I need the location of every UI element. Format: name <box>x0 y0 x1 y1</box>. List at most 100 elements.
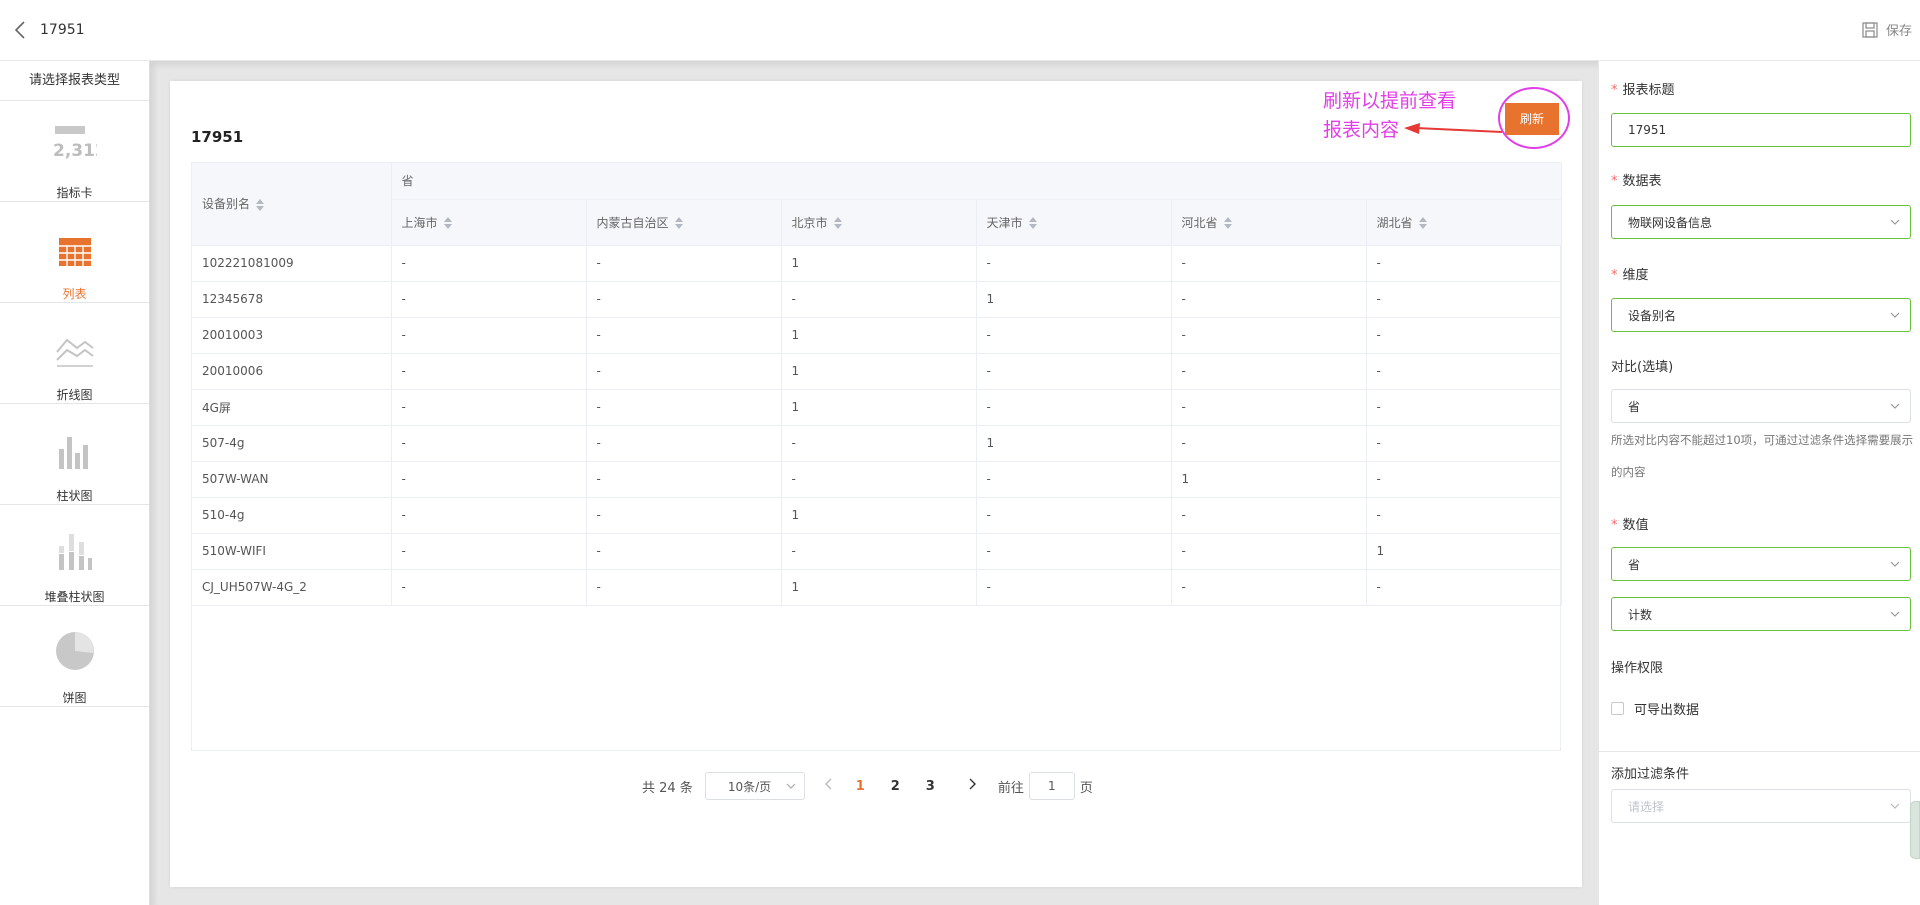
device-alias-cell: 510W-WIFI <box>192 533 392 570</box>
chart-type-pie[interactable]: 饼图 <box>0 606 149 707</box>
page-suffix: 页 <box>1079 780 1093 796</box>
report-table: 设备别名 省 上海市 内蒙古自治区 北京市 天津市 河北省 湖北省 10222108100… <box>191 162 1562 751</box>
checkbox-icon[interactable] <box>1611 702 1624 715</box>
column-header-device-alias[interactable]: 设备别名 <box>192 163 392 246</box>
stacked-bar-chart-icon <box>57 515 93 570</box>
value-field-value: 省 <box>1628 557 1641 572</box>
table-cell: - <box>391 281 587 318</box>
table-cell: - <box>781 461 977 498</box>
filter-select[interactable]: 请选择 <box>1611 789 1911 823</box>
table-cell: 1 <box>781 245 977 282</box>
refresh-button[interactable]: 刷新 <box>1505 103 1559 135</box>
sort-caret-icon[interactable] <box>1028 216 1038 230</box>
chart-type-label: 饼图 <box>62 691 87 705</box>
table-cell: - <box>1366 497 1562 534</box>
table-cell: 1 <box>1366 533 1562 570</box>
aggregation-select[interactable]: 计数 <box>1611 597 1911 631</box>
chart-type-label: 堆叠柱状图 <box>44 590 105 604</box>
column-header[interactable]: 内蒙古自治区 <box>586 199 782 246</box>
page-number[interactable]: 3 <box>913 779 948 794</box>
save-button[interactable]: 保存 <box>1862 20 1912 39</box>
chevron-left-icon <box>824 778 832 790</box>
table-cell: - <box>781 425 977 462</box>
column-header[interactable]: 北京市 <box>781 199 977 246</box>
table-cell: 1 <box>781 569 977 606</box>
table-cell: - <box>391 389 587 426</box>
divider <box>1599 751 1920 752</box>
required-mark: * <box>1611 174 1618 189</box>
table-cell: 1 <box>781 497 977 534</box>
table-cell: - <box>391 425 587 462</box>
table-row: 507W-WAN - - - -1- <box>192 461 1562 498</box>
report-title-value[interactable] <box>1628 123 1888 137</box>
column-header-label: 设备别名 <box>202 197 251 212</box>
dimension-select[interactable]: 设备别名 <box>1611 298 1911 332</box>
table-cell: - <box>1171 317 1367 354</box>
table-cell: - <box>391 245 587 282</box>
table-cell: - <box>391 569 587 606</box>
table-cell: - <box>1366 245 1562 282</box>
table-cell: - <box>1366 389 1562 426</box>
device-alias-cell: 507-4g <box>192 425 392 462</box>
chart-type-table[interactable]: 列表 <box>0 202 149 303</box>
table-cell: - <box>781 281 977 318</box>
table-cell: - <box>586 389 782 426</box>
annotation-arrow-icon <box>1404 123 1503 134</box>
datatable-select[interactable]: 物联网设备信息 <box>1611 205 1911 239</box>
table-cell: - <box>586 245 782 282</box>
device-alias-cell: 102221081009 <box>192 245 392 282</box>
table-row: 12345678- - -1- - <box>192 281 1562 318</box>
table-cell: - <box>976 245 1172 282</box>
chart-type-stacked-bar[interactable]: 堆叠柱状图 <box>0 505 149 606</box>
chart-type-label: 折线图 <box>56 388 93 402</box>
device-alias-cell: CJ_UH507W-4G_2 <box>192 569 392 606</box>
device-alias-cell: 20010006 <box>192 353 392 390</box>
chart-type-line[interactable]: 折线图 <box>0 303 149 404</box>
chevron-down-icon <box>786 783 796 789</box>
scrollbar-handle[interactable] <box>1910 801 1920 859</box>
report-title-input[interactable] <box>1611 113 1911 147</box>
chart-type-metric-card[interactable]: 2,312 指标卡 <box>0 101 149 202</box>
pie-chart-icon <box>55 616 95 671</box>
chevron-down-icon <box>1890 803 1900 809</box>
column-header-label: 河北省 <box>1181 215 1218 230</box>
device-alias-cell: 507W-WAN <box>192 461 392 498</box>
save-icon <box>1862 21 1878 38</box>
chart-type-bar[interactable]: 柱状图 <box>0 404 149 505</box>
page-number[interactable]: 1 <box>843 779 878 794</box>
column-header[interactable]: 湖北省 <box>1366 199 1562 246</box>
table-cell: 1 <box>781 353 977 390</box>
sort-caret-icon[interactable] <box>1223 216 1233 230</box>
page-size-select[interactable]: 10条/页 <box>704 772 805 800</box>
column-header[interactable]: 天津市 <box>976 199 1172 246</box>
table-cell: - <box>586 497 782 534</box>
goto-page-input[interactable] <box>1028 772 1075 800</box>
value-field-select[interactable]: 省 <box>1611 547 1911 581</box>
prev-page-button[interactable] <box>815 778 843 794</box>
export-checkbox[interactable]: 可导出数据 <box>1611 699 1699 718</box>
column-header[interactable]: 上海市 <box>391 199 587 246</box>
table-cell: - <box>391 461 587 498</box>
chart-type-label: 柱状图 <box>56 489 93 503</box>
sort-caret-icon[interactable] <box>833 216 843 230</box>
table-row: 20010006- -1- - - <box>192 353 1562 390</box>
page-number[interactable]: 2 <box>878 779 913 794</box>
metric-card-icon: 2,312 <box>53 111 97 166</box>
column-header-label: 天津市 <box>986 215 1023 230</box>
table-row: 102221081009- -1- - - <box>192 245 1562 282</box>
compare-field-label: 对比(选填) <box>1611 360 1674 375</box>
table-row: CJ_UH507W-4G_2- -1- - - <box>192 569 1562 606</box>
next-page-button[interactable] <box>958 778 986 794</box>
column-header[interactable]: 河北省 <box>1171 199 1367 246</box>
sort-caret-icon[interactable] <box>1418 216 1428 230</box>
sort-caret-icon[interactable] <box>674 216 684 230</box>
table-row: 507-4g - - -1- - <box>192 425 1562 462</box>
sort-caret-icon[interactable] <box>443 216 453 230</box>
config-panel: * 报表标题 * 数据表 物联网设备信息 * 维度 设备别名 对比(选填) 省 所选对… <box>1598 61 1920 905</box>
table-cell: - <box>391 533 587 570</box>
chart-type-label: 列表 <box>62 287 87 301</box>
compare-select[interactable]: 省 <box>1611 389 1911 423</box>
sort-caret-icon[interactable] <box>256 198 265 212</box>
back-arrow-icon[interactable] <box>14 19 28 41</box>
sidebar-heading: 请选择报表类型 <box>0 61 149 101</box>
